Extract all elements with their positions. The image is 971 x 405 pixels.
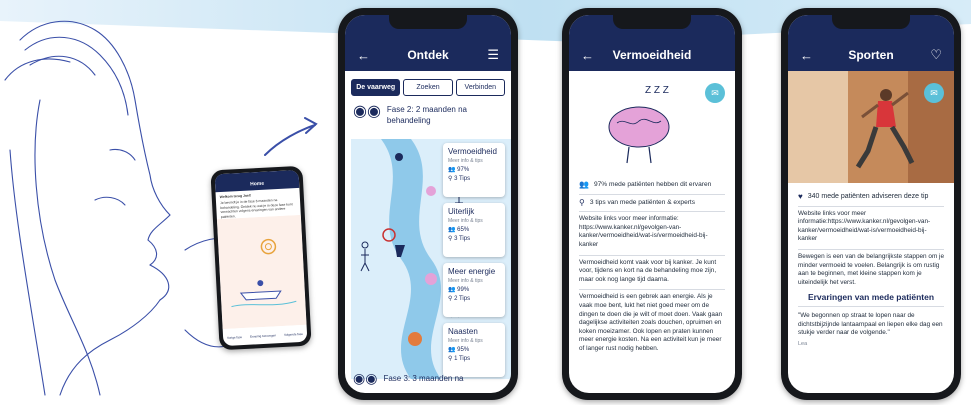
detail-paragraph: Vermoeidheid is een gebrek aan energie. … [579, 293, 723, 352]
card-subtitle: Meer info & tips [448, 158, 483, 164]
ontdek-title: Ontdek [407, 48, 449, 62]
nav-prev-phase[interactable]: Vorige fase [227, 335, 242, 340]
tab-vaarweg[interactable]: De vaarweg [351, 79, 401, 96]
notch [389, 15, 467, 29]
sporten-title: Sporten [848, 48, 894, 62]
ontdek-screen: ← Ontdek ☰ De vaarweg Zoeken Verbinden ◉… [345, 15, 511, 393]
chat-button-icon[interactable]: ✉ [924, 83, 944, 103]
ontdek-tabs: De vaarweg Zoeken Verbinden [345, 71, 511, 100]
card-title: Meer energie [448, 267, 496, 276]
tab-verbinden[interactable]: Verbinden [455, 79, 505, 96]
notch [832, 15, 910, 29]
chat-button-icon[interactable]: ✉ [705, 83, 725, 103]
sporten-content: ♥ 340 mede patiënten adviseren deze tip … [788, 183, 954, 354]
experiences-heading: Ervaringen van mede patiënten [807, 292, 935, 303]
binoculars-icon: ◉◉ [353, 370, 378, 386]
card-vermoeidheid[interactable]: Vermoeidheid Meer info & tips 👥 97% ⚲ 3 … [443, 143, 505, 197]
card-tips: 3 Tips [454, 176, 471, 182]
intro-paragraph: Vermoeidheid komt vaak voor bij kanker. … [579, 258, 717, 283]
sporten-screen: ← Sporten ♡ ✉ ♥ 340 mede patiënten advis… [788, 15, 954, 393]
stat-experienced: 👥 97% mede patiënten hebben dit ervaren [579, 180, 725, 190]
card-subtitle: Meer info & tips [448, 218, 483, 224]
river-boat-illustration [216, 214, 307, 330]
vermoeidheid-title: Vermoeidheid [612, 48, 692, 62]
back-arrow-icon[interactable]: ← [581, 48, 594, 63]
phone-vermoeidheid: ← Vermoeidheid ✉ Z Z Z 👥 97% mede patiën… [562, 8, 742, 400]
card-pct: 97% [457, 167, 470, 173]
stat-tips[interactable]: ⚲ 3 tips van mede patiënten & experts [579, 197, 725, 208]
advice-paragraph: Bewegen is een van de belangrijkste stap… [798, 252, 945, 286]
card-pct: 65% [457, 227, 470, 233]
card-title: Uiterlijk [448, 207, 475, 216]
small-phone-nav: Vorige fase Ervaring toevoegen Volgende … [223, 332, 307, 340]
notch [613, 15, 691, 29]
menu-icon[interactable]: ☰ [487, 47, 499, 63]
next-phase-title: Fase 3: 3 maanden na [383, 374, 464, 383]
divider [579, 193, 725, 195]
card-tips: 1 Tips [454, 356, 471, 362]
card-meta: 👥 97% [448, 167, 470, 173]
stat-text: 340 mede patiënten adviseren deze tip [807, 193, 929, 200]
lightbulb-icon: ⚲ [579, 197, 585, 207]
stat-advise: ♥ 340 mede patiënten adviseren deze tip [798, 192, 944, 202]
card-pct: 99% [457, 287, 470, 293]
card-naasten[interactable]: Naasten Meer info & tips 👥 95% ⚲ 1 Tips [443, 323, 505, 377]
nav-add-experience[interactable]: Ervaring toevoegen [250, 333, 276, 338]
nav-next-phase[interactable]: Volgende fase [284, 332, 303, 337]
card-uiterlijk[interactable]: Uiterlijk Meer info & tips 👥 65% ⚲ 3 Tip… [443, 203, 505, 257]
divider [579, 254, 725, 256]
zzz-text: Z Z Z [645, 85, 669, 96]
back-arrow-icon[interactable]: ← [800, 48, 813, 63]
card-meta: 👥 65% [448, 227, 470, 233]
card-meta: ⚲ 3 Tips [448, 236, 471, 242]
phase-header: ◉◉ Fase 2: 2 maanden na behandeling [345, 100, 511, 130]
divider [798, 248, 944, 250]
back-arrow-icon[interactable]: ← [357, 48, 370, 63]
people-icon: 👥 [579, 180, 589, 189]
experience-quote: "We begonnen op straat te lopen naar de … [798, 305, 944, 338]
topic-cards: Vermoeidheid Meer info & tips 👥 97% ⚲ 3 … [443, 143, 505, 383]
card-meta: ⚲ 3 Tips [448, 176, 471, 182]
stat1-text: 97% mede patiënten hebben dit ervaren [593, 181, 712, 188]
phase-title: Fase 2: 2 maanden na behandeling [386, 105, 467, 125]
heart-icon: ♥ [798, 192, 803, 201]
stat2-text: 3 tips van mede patiënten & experts [589, 198, 696, 206]
small-phone-title: Home [250, 180, 265, 188]
card-meta: ⚲ 2 Tips [448, 296, 471, 302]
vermoeidheid-screen: ← Vermoeidheid ✉ Z Z Z 👥 97% mede patiën… [569, 15, 735, 393]
card-meer-energie[interactable]: Meer energie Meer info & tips 👥 99% ⚲ 2 … [443, 263, 505, 317]
divider [798, 205, 944, 207]
phone-ontdek: ← Ontdek ☰ De vaarweg Zoeken Verbinden ◉… [338, 8, 518, 400]
binoculars-icon: ◉◉ [353, 103, 381, 120]
card-title: Naasten [448, 327, 478, 336]
card-meta: 👥 99% [448, 287, 470, 293]
heart-outline-icon[interactable]: ♡ [930, 47, 942, 63]
tab-zoeken[interactable]: Zoeken [403, 79, 453, 96]
card-subtitle: Meer info & tips [448, 278, 483, 284]
divider [579, 289, 725, 291]
divider [579, 211, 725, 213]
card-pct: 95% [457, 347, 470, 353]
small-phone-home: Home Welkom terug Joel! Je bevindt je in… [210, 165, 312, 351]
small-phone-screen: Home Welkom terug Joel! Je bevindt je in… [214, 169, 308, 347]
links-paragraph[interactable]: Website links voor meer informatie:https… [798, 210, 944, 244]
links-paragraph[interactable]: Website links voor meer informatie: http… [579, 215, 725, 249]
card-subtitle: Meer info & tips [448, 338, 483, 344]
card-tips: 3 Tips [454, 236, 471, 242]
card-tips: 2 Tips [454, 296, 471, 302]
phone-sporten: ← Sporten ♡ ✉ ♥ 340 mede patiënten advis… [781, 8, 961, 400]
card-title: Vermoeidheid [448, 147, 497, 156]
card-meta: 👥 95% [448, 347, 470, 353]
card-meta: ⚲ 1 Tips [448, 356, 471, 362]
quote-author: Lea [798, 340, 808, 347]
next-phase-header[interactable]: ◉◉ Fase 3: 3 maanden na [353, 370, 464, 387]
vermoeidheid-content: 👥 97% mede patiënten hebben dit ervaren … [569, 171, 735, 365]
